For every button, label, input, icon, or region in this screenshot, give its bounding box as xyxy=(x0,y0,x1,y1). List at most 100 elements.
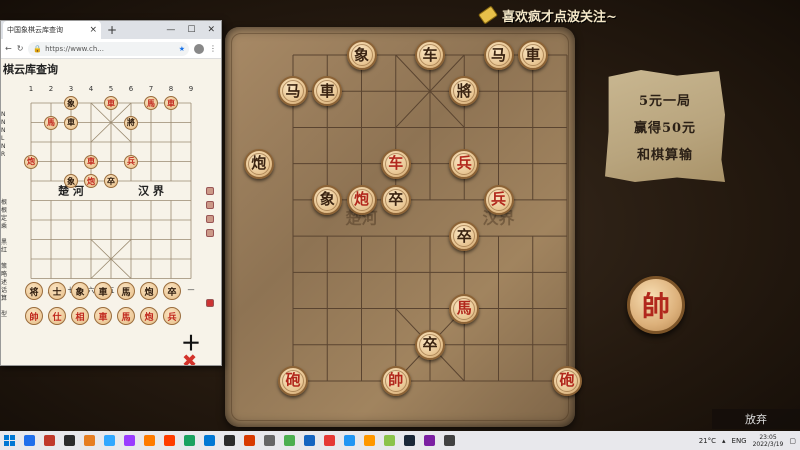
piece-red[interactable]: 砲 xyxy=(552,365,582,396)
tool-icon-1[interactable] xyxy=(206,187,214,195)
tray-piece-black[interactable]: 車 xyxy=(94,282,112,300)
taskbar-app-icon[interactable] xyxy=(104,435,115,446)
tray-piece-red[interactable]: 車 xyxy=(94,307,112,325)
taskbar-app-icon[interactable] xyxy=(244,435,255,446)
piece-black[interactable]: 車 xyxy=(517,40,548,70)
maximize-icon[interactable]: ☐ xyxy=(187,25,195,35)
browser-window: 中国象棋云库查询 × + — ☐ ✕ ← ↻ 🔒 https://www.ch.… xyxy=(0,20,222,366)
mini-piece-black[interactable]: 象 xyxy=(64,96,78,110)
taskbar-app-icon[interactable] xyxy=(224,435,235,446)
piece-black[interactable]: 炮 xyxy=(243,148,274,179)
windows-start-icon[interactable] xyxy=(4,435,15,446)
mini-piece-red[interactable]: 車 xyxy=(84,154,98,169)
browser-page: 棋云库查询 楚 河汉 界123456789九八七六五四三二一 象車馬車馬車將炮車… xyxy=(1,59,221,365)
new-tab-icon[interactable]: + xyxy=(107,23,117,37)
piece-red[interactable]: 兵 xyxy=(449,148,480,179)
tray-piece-red[interactable]: 帥 xyxy=(25,307,43,325)
taskbar-app-icon[interactable] xyxy=(264,435,275,446)
system-tray: 21°C ▴ ENG 23:05 2022/3/19 ▢ xyxy=(699,434,796,448)
close-tab-icon[interactable]: × xyxy=(89,25,97,35)
taskbar-app-icon[interactable] xyxy=(124,435,135,446)
taskbar-app-icon[interactable] xyxy=(144,435,155,446)
mini-piece-red[interactable]: 炮 xyxy=(24,154,38,169)
taskbar-app-icon[interactable] xyxy=(404,435,415,446)
mini-piece-black[interactable]: 將 xyxy=(124,115,138,130)
taskbar-app-icon[interactable] xyxy=(284,435,295,446)
piece-red[interactable]: 炮 xyxy=(346,184,377,215)
weather-text[interactable]: 21°C xyxy=(699,437,716,445)
browser-tab[interactable]: 中国象棋云库查询 × xyxy=(3,21,101,39)
taskbar-app-icon[interactable] xyxy=(304,435,315,446)
mini-piece-red[interactable]: 兵 xyxy=(124,154,138,169)
tray-piece-red[interactable]: 兵 xyxy=(163,307,181,325)
profile-icon[interactable] xyxy=(194,43,204,54)
tool-icon-4[interactable] xyxy=(206,229,214,237)
taskbar-app-icon[interactable] xyxy=(84,435,95,446)
col-number-top: 9 xyxy=(189,85,193,93)
tool-icon-3[interactable] xyxy=(206,215,214,223)
menu-icon[interactable]: ⋮ xyxy=(209,44,217,53)
taskbar-app-icon[interactable] xyxy=(324,435,335,446)
piece-black[interactable]: 马 xyxy=(483,40,514,70)
minimize-icon[interactable]: — xyxy=(166,25,175,35)
piece-red[interactable]: 兵 xyxy=(483,184,514,215)
piece-red[interactable]: 帥 xyxy=(380,365,411,396)
network-icon[interactable]: ▴ xyxy=(722,437,726,445)
mini-piece-red[interactable]: 馬 xyxy=(44,115,58,130)
taskbar-app-icon[interactable] xyxy=(344,435,355,446)
taskbar-app-icon[interactable] xyxy=(444,435,455,446)
taskbar-app-icon[interactable] xyxy=(44,435,55,446)
taskbar-app-icon[interactable] xyxy=(184,435,195,446)
mini-piece-black[interactable]: 象 xyxy=(64,174,78,188)
close-icon[interactable]: ✕ xyxy=(207,25,215,35)
tray-piece-black[interactable]: 炮 xyxy=(140,282,158,300)
tray-piece-black[interactable]: 馬 xyxy=(117,282,135,300)
bookmark-star-icon[interactable]: ★ xyxy=(179,45,189,53)
mini-piece-red[interactable]: 馬 xyxy=(144,96,158,110)
piece-black[interactable]: 象 xyxy=(312,184,343,215)
tool-icon-2[interactable] xyxy=(206,201,214,209)
reload-icon[interactable]: ↻ xyxy=(17,44,24,53)
give-up-button[interactable]: 放弃 xyxy=(712,409,800,429)
tray-piece-red[interactable]: 馬 xyxy=(117,307,135,325)
browser-tabbar: 中国象棋云库查询 × + — ☐ ✕ xyxy=(1,21,221,39)
mini-piece-black[interactable]: 車 xyxy=(64,115,78,130)
col-number-top: 7 xyxy=(149,85,153,93)
taskbar-app-icon[interactable] xyxy=(164,435,175,446)
taskbar-app-icon[interactable] xyxy=(364,435,375,446)
delete-icon[interactable]: ✖ xyxy=(182,351,197,365)
tray-piece-black[interactable]: 象 xyxy=(71,282,89,300)
back-icon[interactable]: ← xyxy=(5,44,12,53)
side-label xyxy=(1,231,9,239)
clock[interactable]: 23:05 2022/3/19 xyxy=(753,434,784,448)
tray-piece-red[interactable]: 炮 xyxy=(140,307,158,325)
mini-piece-red[interactable]: 炮 xyxy=(84,174,98,188)
tray-piece-red[interactable]: 仕 xyxy=(48,307,66,325)
language-indicator[interactable]: ENG xyxy=(732,437,747,445)
mini-piece-red[interactable]: 車 xyxy=(164,96,178,110)
tray-piece-red[interactable]: 相 xyxy=(71,307,89,325)
taskbar-app-icon[interactable] xyxy=(24,435,35,446)
tool-icon-5[interactable] xyxy=(206,299,214,307)
taskbar-app-icon[interactable] xyxy=(64,435,75,446)
col-number-top: 8 xyxy=(169,85,173,93)
piece-red[interactable]: 车 xyxy=(380,148,411,179)
taskbar-app-icon[interactable] xyxy=(424,435,435,446)
mini-piece-red[interactable]: 車 xyxy=(104,96,118,110)
tray-piece-black[interactable]: 将 xyxy=(25,282,43,300)
piece-red[interactable]: 馬 xyxy=(449,293,480,324)
piece-black[interactable]: 象 xyxy=(346,40,377,70)
tray-piece-black[interactable]: 卒 xyxy=(163,282,181,300)
tray-piece-black[interactable]: 士 xyxy=(48,282,66,300)
url-field[interactable]: 🔒 https://www.ch... ★ xyxy=(28,41,189,56)
piece-red[interactable]: 砲 xyxy=(278,365,308,396)
side-label: N xyxy=(1,111,6,118)
piece-black[interactable]: 卒 xyxy=(380,184,411,215)
notification-icon[interactable]: ▢ xyxy=(789,437,796,445)
mini-piece-black[interactable]: 卒 xyxy=(104,174,118,188)
piece-black[interactable]: 卒 xyxy=(415,329,445,360)
wager-note: 5元一局 赢得50元 和棋算输 xyxy=(605,70,725,182)
taskbar-app-icon[interactable] xyxy=(384,435,395,446)
piece-black[interactable]: 车 xyxy=(415,40,445,70)
taskbar-app-icon[interactable] xyxy=(204,435,215,446)
